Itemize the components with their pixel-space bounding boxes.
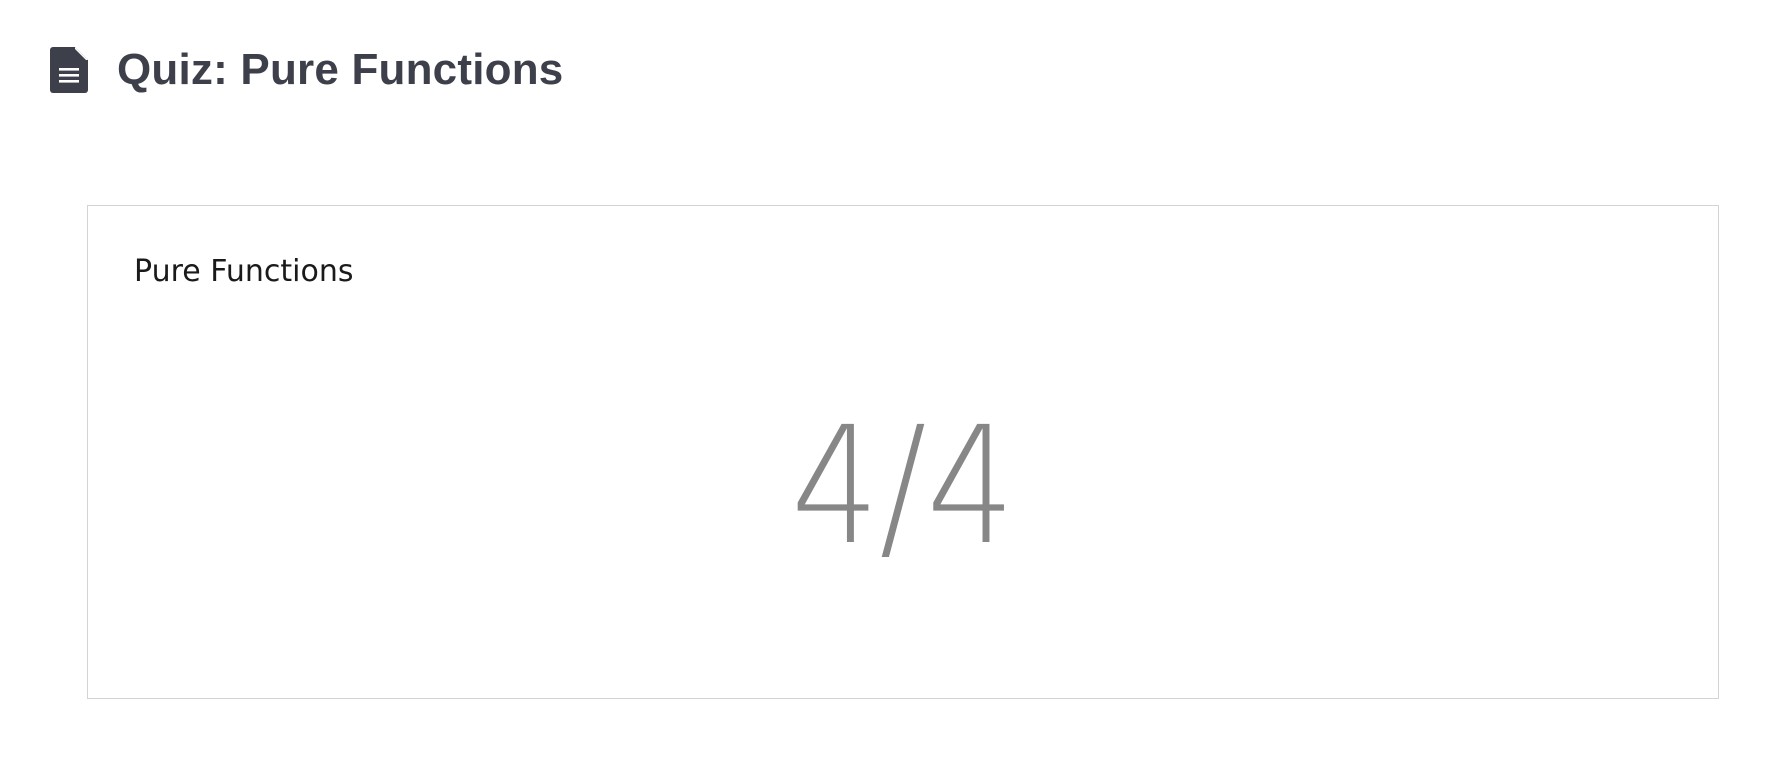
page: Quiz: Pure Functions Pure Functions 4/4 (0, 0, 1770, 758)
page-header: Quiz: Pure Functions (50, 40, 563, 100)
quiz-score: 4/4 (790, 393, 1016, 581)
document-icon (50, 47, 88, 93)
quiz-result-card: Pure Functions 4/4 (87, 205, 1719, 699)
quiz-name: Pure Functions (134, 254, 354, 289)
page-title: Quiz: Pure Functions (117, 45, 564, 94)
